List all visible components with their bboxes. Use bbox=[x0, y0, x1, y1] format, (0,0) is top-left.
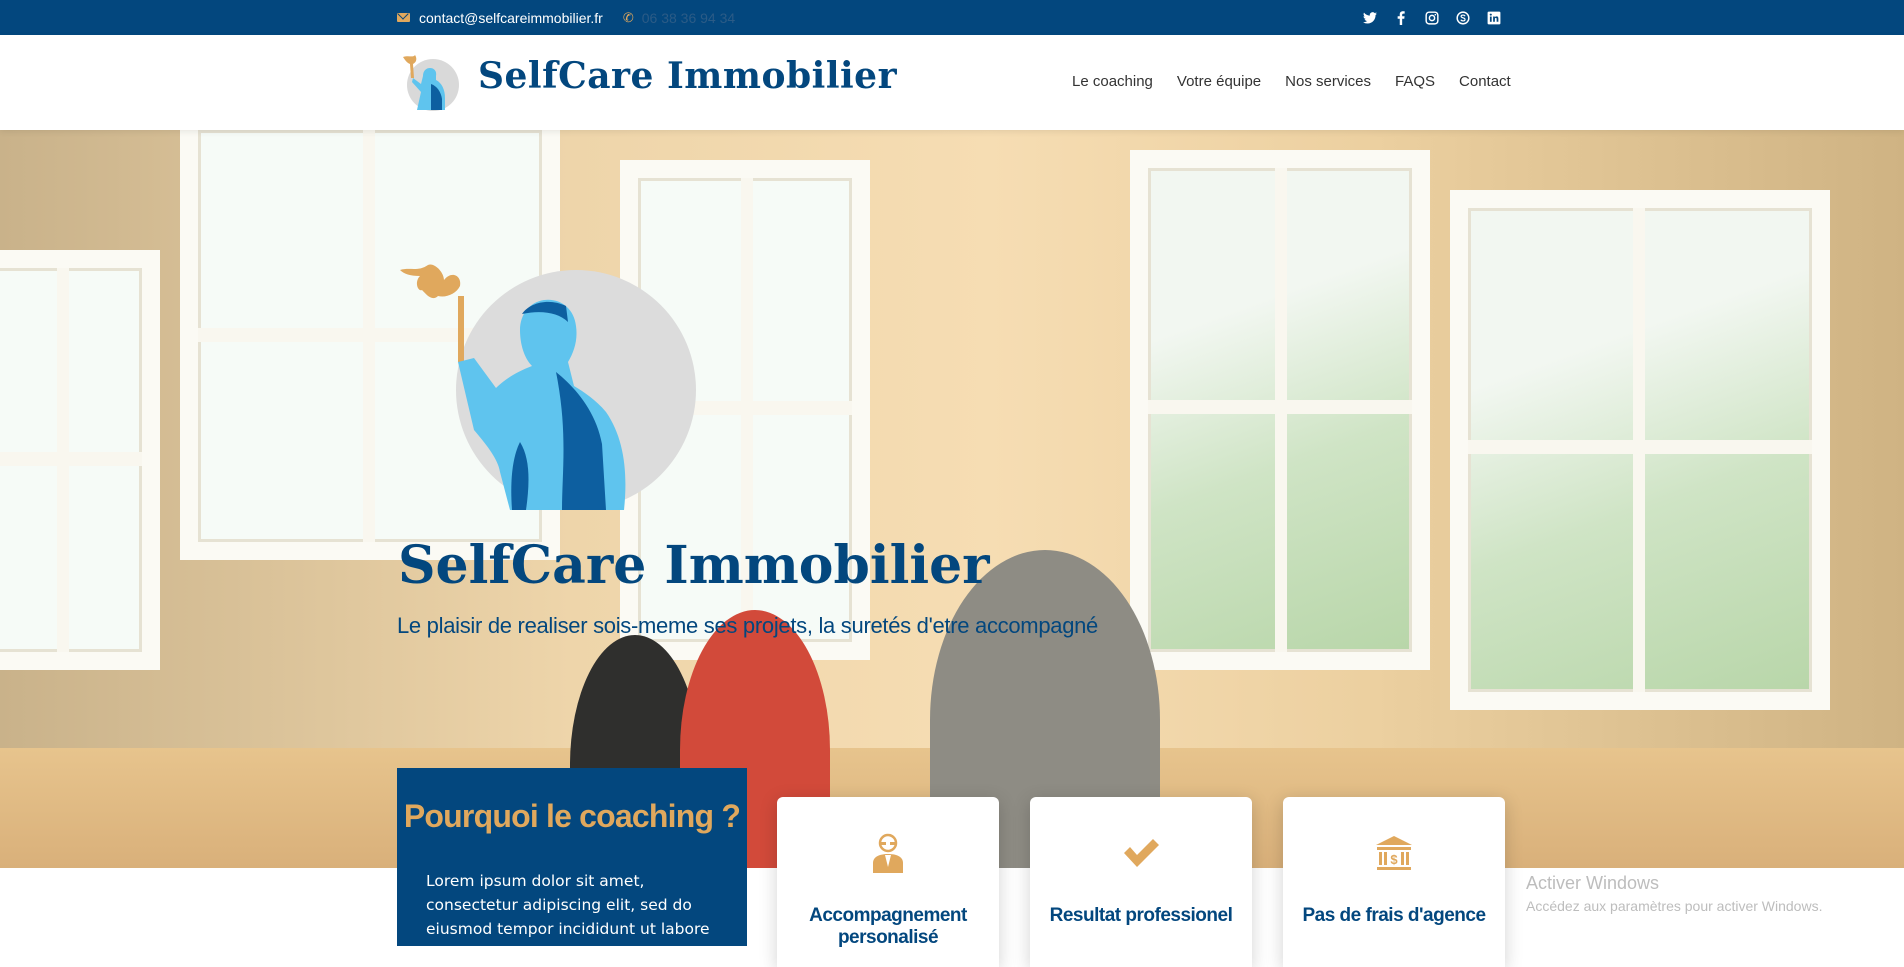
feature-card-resultat[interactable]: Resultat professionel bbox=[1030, 797, 1252, 967]
brand-name[interactable]: SelfCare Immobilier bbox=[478, 55, 897, 97]
window-decoration bbox=[1130, 150, 1430, 670]
feature-card-frais[interactable]: $ Pas de frais d'agence bbox=[1283, 797, 1505, 967]
skype-icon[interactable] bbox=[1455, 10, 1471, 26]
nav-item-le-coaching[interactable]: Le coaching bbox=[1072, 73, 1153, 90]
contact-info: contact@selfcareimmobilier.fr ✆ 06 38 36… bbox=[397, 0, 735, 35]
feature-label: Pas de frais d'agence bbox=[1302, 905, 1486, 926]
brand-logo-icon[interactable] bbox=[401, 52, 461, 112]
feature-card-accompagnement[interactable]: Accompagnement personalisé bbox=[777, 797, 999, 967]
advisor-icon bbox=[777, 833, 999, 873]
feature-label: Accompagnement personalisé bbox=[809, 905, 967, 948]
hero-subtitle: Le plaisir de realiser sois-meme ses pro… bbox=[397, 613, 1098, 638]
why-coaching-card: Pourquoi le coaching ? Lorem ipsum dolor… bbox=[397, 768, 747, 962]
twitter-icon[interactable] bbox=[1362, 10, 1378, 26]
mail-icon bbox=[397, 13, 410, 22]
contact-phone[interactable]: 06 38 36 94 34 bbox=[642, 10, 735, 26]
hero-title: SelfCare Immobilier bbox=[398, 535, 990, 596]
window-decoration bbox=[1450, 190, 1830, 710]
social-links bbox=[1362, 0, 1502, 35]
bank-icon: $ bbox=[1283, 833, 1505, 873]
hero-section: SelfCare Immobilier Le plaisir de realis… bbox=[0, 130, 1904, 868]
main-nav: Le coaching Votre équipe Nos services FA… bbox=[1072, 73, 1511, 90]
why-coaching-title: Pourquoi le coaching ? bbox=[403, 798, 741, 834]
feature-label: Resultat professionel bbox=[1049, 905, 1233, 926]
nav-item-faqs[interactable]: FAQS bbox=[1395, 73, 1435, 90]
svg-text:$: $ bbox=[1390, 852, 1398, 867]
top-bar: contact@selfcareimmobilier.fr ✆ 06 38 36… bbox=[0, 0, 1904, 35]
checkmark-icon bbox=[1030, 833, 1252, 873]
contact-email[interactable]: contact@selfcareimmobilier.fr bbox=[419, 10, 603, 26]
watermark-subtitle: Accédez aux paramètres pour activer Wind… bbox=[1526, 898, 1823, 914]
linkedin-icon[interactable] bbox=[1486, 10, 1502, 26]
phone-icon: ✆ bbox=[622, 9, 634, 25]
why-coaching-text: Lorem ipsum dolor sit amet, consectetur … bbox=[426, 872, 710, 962]
windows-activation-watermark: Activer Windows Accédez aux paramètres p… bbox=[1526, 873, 1822, 914]
instagram-icon[interactable] bbox=[1424, 10, 1440, 26]
nav-item-nos-services[interactable]: Nos services bbox=[1285, 73, 1371, 90]
watermark-title: Activer Windows bbox=[1526, 873, 1660, 893]
nav-item-votre-equipe[interactable]: Votre équipe bbox=[1177, 73, 1261, 90]
hero-logo-icon bbox=[400, 264, 696, 510]
window-decoration bbox=[0, 250, 160, 670]
nav-item-contact[interactable]: Contact bbox=[1459, 73, 1511, 90]
site-header: SelfCare Immobilier Le coaching Votre éq… bbox=[0, 35, 1904, 130]
facebook-icon[interactable] bbox=[1393, 10, 1409, 26]
